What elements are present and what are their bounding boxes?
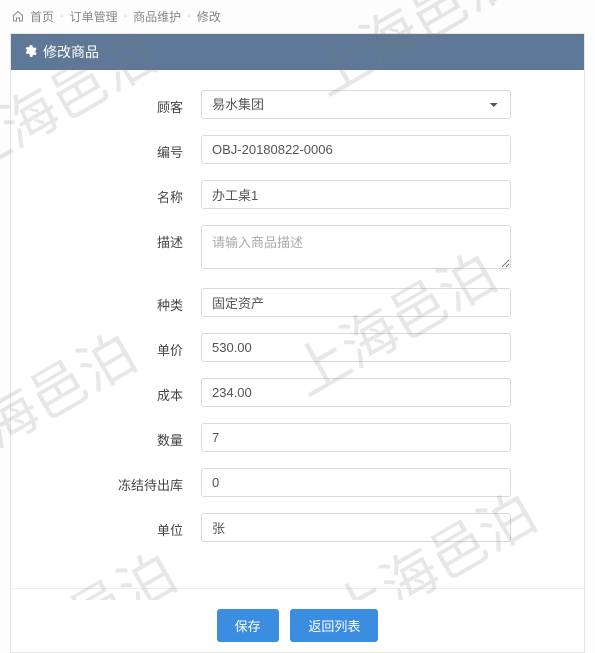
label-frozen: 冻结待出库 (41, 468, 201, 494)
panel-header: 修改商品 (11, 34, 584, 70)
save-button[interactable]: 保存 (217, 609, 279, 642)
row-unit: 单位 (41, 513, 554, 542)
breadcrumb-sep: ◦ (124, 11, 128, 22)
row-name: 名称 (41, 180, 554, 209)
breadcrumb-current: 修改 (197, 8, 221, 25)
label-name: 名称 (41, 180, 201, 206)
gear-icon (23, 44, 37, 61)
unit-input[interactable] (201, 513, 511, 542)
breadcrumb-sep: ◦ (187, 11, 191, 22)
breadcrumb: 首页 ◦ 订单管理 ◦ 商品维护 ◦ 修改 (0, 0, 595, 33)
edit-product-panel: 修改商品 顾客 易水集团 编号 名称 描述 (10, 33, 585, 653)
form-area: 顾客 易水集团 编号 名称 描述 种类 (11, 70, 584, 578)
name-input[interactable] (201, 180, 511, 209)
label-code: 编号 (41, 135, 201, 161)
row-category: 种类 (41, 288, 554, 317)
row-code: 编号 (41, 135, 554, 164)
label-unit: 单位 (41, 513, 201, 539)
row-price: 单价 (41, 333, 554, 362)
label-qty: 数量 (41, 423, 201, 449)
label-cost: 成本 (41, 378, 201, 404)
frozen-input[interactable] (201, 468, 511, 497)
row-desc: 描述 (41, 225, 554, 272)
home-icon (12, 10, 24, 24)
row-customer: 顾客 易水集团 (41, 90, 554, 119)
panel-title: 修改商品 (43, 42, 99, 62)
price-input[interactable] (201, 333, 511, 362)
label-price: 单价 (41, 333, 201, 359)
row-qty: 数量 (41, 423, 554, 452)
breadcrumb-level2[interactable]: 商品维护 (133, 8, 181, 25)
breadcrumb-home[interactable]: 首页 (30, 8, 54, 25)
breadcrumb-sep: ◦ (60, 11, 64, 22)
row-cost: 成本 (41, 378, 554, 407)
desc-textarea[interactable] (201, 225, 511, 269)
qty-input[interactable] (201, 423, 511, 452)
category-input[interactable] (201, 288, 511, 317)
back-button[interactable]: 返回列表 (290, 609, 378, 642)
button-bar: 保存 返回列表 (11, 588, 584, 652)
code-input[interactable] (201, 135, 511, 164)
label-desc: 描述 (41, 225, 201, 251)
label-customer: 顾客 (41, 90, 201, 116)
customer-select[interactable]: 易水集团 (201, 90, 511, 119)
breadcrumb-level1[interactable]: 订单管理 (70, 8, 118, 25)
label-category: 种类 (41, 288, 201, 314)
row-frozen: 冻结待出库 (41, 468, 554, 497)
cost-input[interactable] (201, 378, 511, 407)
